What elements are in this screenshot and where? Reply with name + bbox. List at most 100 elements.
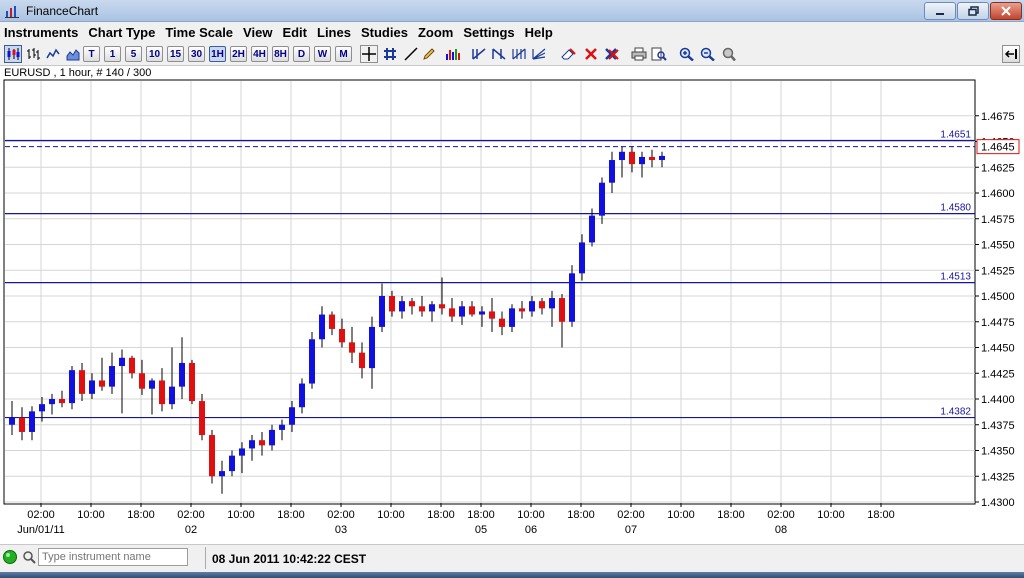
y-tick-label: 1.4525 xyxy=(981,265,1015,277)
menu-lines[interactable]: Lines xyxy=(317,25,351,40)
grid-button[interactable] xyxy=(381,45,399,63)
menu-studies[interactable]: Studies xyxy=(361,25,408,40)
candle-body xyxy=(159,380,165,405)
timeframe-tick[interactable]: T xyxy=(83,46,100,62)
candle-body xyxy=(559,298,565,322)
x-tick-label: 02:00 xyxy=(27,509,55,521)
y-tick-label: 1.4600 xyxy=(981,188,1015,200)
restore-button[interactable] xyxy=(957,2,989,20)
x-tick-label: 10:00 xyxy=(77,509,105,521)
candle-body xyxy=(419,306,425,312)
candle-body xyxy=(29,411,35,432)
fibonacci-icon xyxy=(512,48,526,60)
os-taskbar xyxy=(0,572,1024,578)
crosshair-button[interactable] xyxy=(360,45,378,63)
close-button[interactable] xyxy=(990,2,1022,20)
area-chart-button[interactable] xyxy=(64,45,82,63)
candlestick-chart[interactable]: 1.4651 1.4580 1.4513 1.4382 1.4300 1.4325 1.4… xyxy=(0,66,1024,544)
search-icon[interactable] xyxy=(22,550,36,564)
candle-body xyxy=(529,301,535,312)
menu-instruments[interactable]: Instruments xyxy=(4,25,78,40)
candle-body xyxy=(59,399,65,404)
timeframe-monthly[interactable]: M xyxy=(335,46,352,62)
x-date-label: 02 xyxy=(185,524,197,536)
candle-body xyxy=(599,182,605,216)
eraser-button[interactable] xyxy=(560,45,578,63)
delete-all-button[interactable] xyxy=(603,45,621,63)
x-tick-label: 02:00 xyxy=(767,509,795,521)
window-title: FinanceChart xyxy=(26,4,99,18)
indicators-button[interactable] xyxy=(444,45,462,63)
line-chart-button[interactable] xyxy=(44,45,62,63)
chart-area[interactable]: 1.4651 1.4580 1.4513 1.4382 1.4300 1.4325 1.4… xyxy=(0,66,1024,544)
timeframe-4h[interactable]: 4H xyxy=(251,46,268,62)
panel-toggle-button[interactable] xyxy=(1002,45,1020,63)
candle-body xyxy=(219,471,225,477)
line-level-label: 1.4651 xyxy=(940,129,971,140)
delete-x-icon xyxy=(585,48,597,60)
print-preview-button[interactable] xyxy=(650,45,668,63)
candlestick-icon xyxy=(7,48,20,60)
x-tick-label: 10:00 xyxy=(667,509,695,521)
candle-body xyxy=(319,314,325,340)
candle-body xyxy=(569,273,575,322)
candlestick-chart-button[interactable] xyxy=(4,45,22,63)
grid-icon xyxy=(384,48,396,60)
candle-body xyxy=(439,304,445,309)
timeframe-10m[interactable]: 10 xyxy=(146,46,163,62)
candle-body xyxy=(589,215,595,243)
x-tick-label: 02:00 xyxy=(327,509,355,521)
menu-zoom[interactable]: Zoom xyxy=(418,25,453,40)
candle-body xyxy=(639,156,645,165)
x-tick-label: 10:00 xyxy=(377,509,405,521)
zoom-out-button[interactable] xyxy=(699,45,717,63)
timeframe-15m[interactable]: 15 xyxy=(167,46,184,62)
minimize-icon xyxy=(936,13,944,15)
candle-body xyxy=(519,308,525,312)
pencil-tool-button[interactable] xyxy=(420,45,438,63)
candle-body xyxy=(619,151,625,161)
current-datetime: 08 Jun 2011 10:42:22 CEST xyxy=(212,552,367,566)
menu-settings[interactable]: Settings xyxy=(463,25,514,40)
volume-bars-icon xyxy=(446,49,460,60)
title-bar: FinanceChart xyxy=(0,0,1024,22)
trend-down-button[interactable] xyxy=(490,45,508,63)
line-tool-button[interactable] xyxy=(402,45,420,63)
candle-body xyxy=(489,311,495,319)
menu-view[interactable]: View xyxy=(243,25,272,40)
timeframe-30m[interactable]: 30 xyxy=(188,46,205,62)
candle-body xyxy=(389,296,395,312)
candle-body xyxy=(119,357,125,367)
menu-edit[interactable]: Edit xyxy=(282,25,307,40)
candle-body xyxy=(409,301,415,307)
minimize-button[interactable] xyxy=(924,2,956,20)
timeframe-5m[interactable]: 5 xyxy=(125,46,142,62)
fibonacci-button[interactable] xyxy=(510,45,528,63)
delete-object-button[interactable] xyxy=(582,45,600,63)
candle-body xyxy=(479,311,485,315)
timeframe-daily[interactable]: D xyxy=(293,46,310,62)
candle-body xyxy=(649,156,655,161)
menu-help[interactable]: Help xyxy=(525,25,553,40)
timeframe-weekly[interactable]: W xyxy=(314,46,331,62)
timeframe-2h[interactable]: 2H xyxy=(230,46,247,62)
candle-body xyxy=(459,306,465,317)
candle-body xyxy=(39,404,45,412)
print-button[interactable] xyxy=(630,45,648,63)
candle-body xyxy=(189,362,195,402)
trend-up-button[interactable] xyxy=(470,45,488,63)
timeframe-1h[interactable]: 1H xyxy=(209,46,226,62)
candle-body xyxy=(89,380,95,394)
timeframe-8h[interactable]: 8H xyxy=(272,46,289,62)
x-tick-label: 18:00 xyxy=(567,509,595,521)
fan-lines-button[interactable] xyxy=(530,45,548,63)
zoom-reset-button[interactable] xyxy=(720,45,738,63)
zoom-in-button[interactable] xyxy=(678,45,696,63)
menu-bar: Instruments Chart Type Time Scale View E… xyxy=(0,22,1024,42)
bar-chart-button[interactable] xyxy=(24,45,42,63)
instrument-search-input[interactable] xyxy=(38,548,188,566)
crosshair-icon xyxy=(362,47,376,61)
timeframe-1m[interactable]: 1 xyxy=(104,46,121,62)
menu-chart-type[interactable]: Chart Type xyxy=(88,25,155,40)
menu-time-scale[interactable]: Time Scale xyxy=(165,25,233,40)
